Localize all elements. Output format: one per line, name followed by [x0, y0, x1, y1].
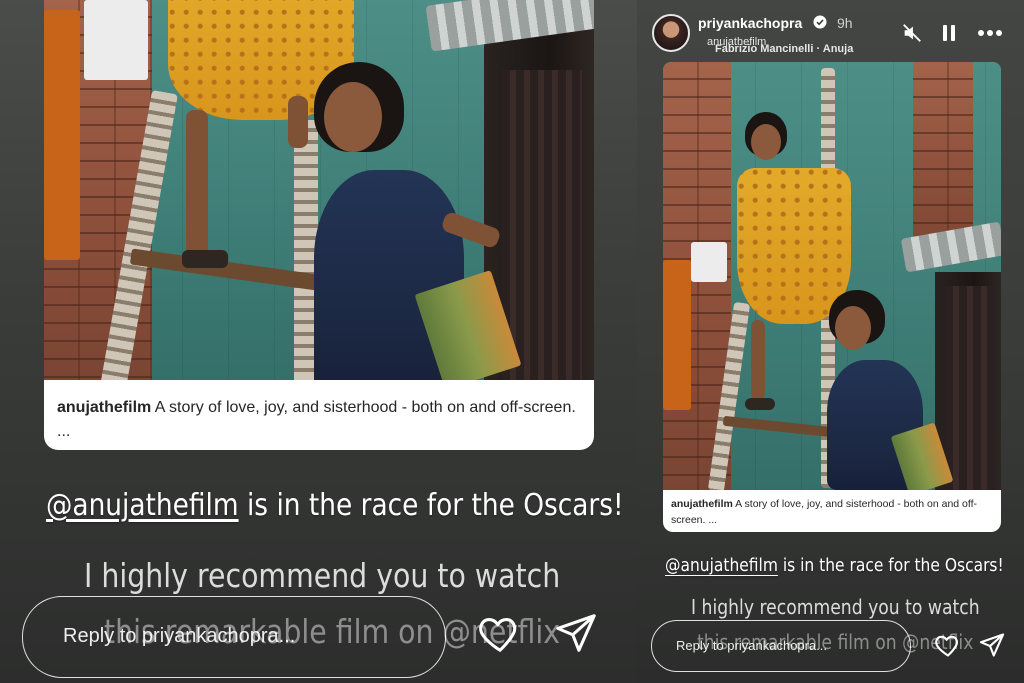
story-photo-full: [663, 62, 1001, 490]
send-icon[interactable]: [977, 631, 1007, 659]
reply-input[interactable]: Reply to priyankachopra...: [651, 620, 911, 672]
pause-icon[interactable]: [939, 22, 959, 44]
verified-icon: [813, 15, 827, 29]
story-photo: [44, 0, 594, 380]
oscars-text: is in the race for the Oscars!: [238, 488, 624, 523]
mute-icon[interactable]: [901, 22, 923, 44]
overlay-recommend-line: I highly recommend you to watch: [691, 595, 980, 619]
photo-girl-yellow-face: [751, 124, 781, 160]
send-icon[interactable]: [552, 610, 600, 656]
photo-orange-cloth: [663, 260, 691, 410]
photo-arm: [288, 96, 308, 148]
photo-white-cloth: [84, 0, 148, 80]
more-icon[interactable]: [977, 26, 1003, 40]
story-music-label[interactable]: Fabrizio Mancinelli · Anuja: [715, 43, 853, 55]
photo-curtain: [945, 286, 995, 490]
oscars-text: is in the race for the Oscars!: [777, 555, 1004, 576]
overlay-oscars-text: @anujathefilm is in the race for the Osc…: [46, 488, 624, 523]
photo-leg: [751, 320, 765, 400]
story-full: priyankachopra 9h anujathefilm Fabrizio …: [637, 0, 1024, 683]
photo-sandal: [182, 250, 228, 268]
story-time: 9h: [837, 15, 853, 31]
mention-anujathefilm[interactable]: @anujathefilm: [665, 555, 778, 576]
photo-girl-face: [324, 82, 382, 152]
caption-username: anujathefilm: [57, 399, 152, 416]
overlay-oscars-text: @anujathefilm is in the race for the Osc…: [665, 555, 1004, 576]
photo-curtain: [502, 70, 582, 380]
reply-placeholder: Reply to priyankachopra...: [63, 625, 296, 647]
caption-username: anujathefilm: [671, 498, 733, 510]
heart-icon[interactable]: [476, 610, 524, 656]
mention-anujathefilm[interactable]: @anujathefilm: [46, 488, 239, 523]
photo-leg: [186, 110, 208, 260]
photo-white-cloth: [691, 242, 727, 282]
story-username[interactable]: priyankachopra: [698, 15, 802, 31]
heart-icon[interactable]: [933, 631, 963, 659]
overlay-recommend-line: I highly recommend you to watch: [84, 556, 561, 595]
post-caption-card[interactable]: anujathefilm A story of love, joy, and s…: [44, 380, 594, 450]
photo-girl-blue-face: [835, 306, 871, 350]
avatar[interactable]: [652, 14, 690, 52]
reply-input[interactable]: Reply to priyankachopra...: [22, 596, 446, 678]
reply-placeholder: Reply to priyankachopra...: [676, 638, 828, 653]
post-caption-card[interactable]: anujathefilm A story of love, joy, and s…: [663, 490, 1001, 532]
story-zoomed: anujathefilm A story of love, joy, and s…: [0, 0, 637, 683]
photo-orange-cloth: [44, 10, 80, 260]
photo-sandal: [745, 398, 775, 410]
